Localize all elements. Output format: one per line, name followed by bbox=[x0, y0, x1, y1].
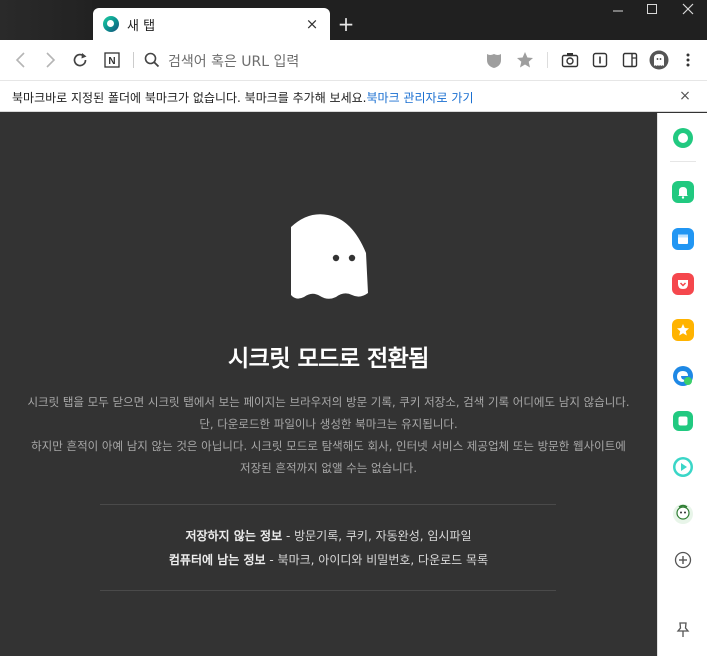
minimize-button[interactable] bbox=[603, 2, 633, 22]
page-title: 시크릿 모드로 전환됨 bbox=[228, 346, 429, 372]
sidebar bbox=[657, 113, 707, 656]
sidebar-pin-button[interactable] bbox=[672, 619, 694, 641]
more-vertical-icon bbox=[686, 53, 690, 67]
green-square-icon bbox=[673, 411, 693, 431]
back-button[interactable] bbox=[11, 50, 31, 70]
search-icon bbox=[142, 50, 162, 70]
edge-browser-icon bbox=[673, 366, 693, 386]
back-arrow-icon bbox=[15, 52, 25, 68]
saved-label: 컴퓨터에 남는 정보 bbox=[168, 553, 266, 567]
description-line: 시크릿 탭을 모두 닫으면 시크릿 탭에서 보는 페이지는 브라우저의 방문 기… bbox=[27, 395, 630, 409]
not-saved-label: 저장하지 않는 정보 bbox=[185, 529, 283, 543]
description-line: 단, 다운로드한 파일이나 생성한 북마크는 유지됩니다. bbox=[199, 417, 458, 431]
sidebar-layout-icon bbox=[622, 52, 638, 68]
forward-button[interactable] bbox=[40, 50, 60, 70]
toolbar: N 검색어 혹은 URL 입력 bbox=[0, 40, 707, 80]
star-icon bbox=[677, 324, 689, 336]
tab-new-tab[interactable]: 새 탭 × bbox=[93, 8, 330, 40]
sidebar-item-favorites[interactable] bbox=[672, 319, 694, 341]
not-saved-value: - 방문기록, 쿠키, 자동완성, 임시파일 bbox=[282, 529, 472, 543]
sidebar-add-button[interactable] bbox=[672, 549, 694, 571]
new-tab-button[interactable]: + bbox=[336, 14, 356, 34]
bookmark-bar: 북마크바로 지정된 폴더에 북마크가 없습니다. 북마크를 추가해 보세요.북마… bbox=[0, 80, 707, 112]
forward-arrow-icon bbox=[46, 52, 56, 68]
incognito-page: 시크릿 모드로 전환됨 시크릿 탭을 모두 닫으면 시크릿 탭에서 보는 페이지… bbox=[0, 113, 657, 656]
pocket-icon bbox=[678, 280, 688, 289]
profile-button[interactable] bbox=[649, 50, 669, 70]
naver-button[interactable]: N bbox=[102, 50, 122, 70]
sidebar-divider bbox=[670, 161, 696, 162]
minimize-icon bbox=[613, 10, 623, 12]
toolbar-divider bbox=[547, 52, 548, 68]
maximize-button[interactable] bbox=[637, 2, 667, 22]
close-icon bbox=[682, 3, 694, 15]
whale-circle-icon bbox=[673, 128, 693, 148]
bookmark-manager-link[interactable]: 북마크 관리자로 가기 bbox=[367, 91, 474, 105]
capture-button[interactable] bbox=[560, 50, 580, 70]
incognito-description: 시크릿 탭을 모두 닫으면 시크릿 탭에서 보는 페이지는 브라우저의 방문 기… bbox=[0, 391, 657, 479]
saved-value: - 북마크, 아이디와 비밀번호, 다운로드 목록 bbox=[265, 553, 489, 567]
bookmark-star-button[interactable] bbox=[515, 50, 535, 70]
sidebar-item-edge[interactable] bbox=[672, 365, 694, 387]
divider-top bbox=[100, 504, 556, 505]
tab-title: 새 탭 bbox=[127, 18, 156, 34]
sidebar-item-player[interactable] bbox=[672, 456, 694, 478]
info-button[interactable] bbox=[590, 50, 610, 70]
bookmark-bar-close-icon[interactable]: × bbox=[677, 88, 693, 104]
reload-button[interactable] bbox=[70, 50, 90, 70]
sidebar-toggle-button[interactable] bbox=[620, 50, 640, 70]
star-icon bbox=[517, 52, 533, 68]
menu-button[interactable] bbox=[678, 50, 698, 70]
browser-window: 새 탭 × + N 검색어 혹은 URL 입력 북마크바로 지정된 폴더에 북마… bbox=[0, 0, 707, 656]
cartoon-avatar-icon bbox=[673, 504, 693, 524]
divider-bottom bbox=[100, 590, 556, 591]
sidebar-item-papago[interactable] bbox=[672, 503, 694, 525]
tab-strip: 새 탭 × + bbox=[0, 0, 707, 40]
play-circle-icon bbox=[673, 457, 693, 477]
close-window-button[interactable] bbox=[673, 2, 703, 22]
sidebar-item-calendar[interactable] bbox=[672, 228, 694, 250]
shield-button[interactable] bbox=[484, 50, 504, 70]
sidebar-item-pocket[interactable] bbox=[672, 273, 694, 295]
sidebar-item-whale-space[interactable] bbox=[672, 127, 694, 149]
info-icon bbox=[592, 52, 608, 68]
description-line: 저장된 흔적까지 없앨 수는 없습니다. bbox=[240, 461, 417, 475]
calendar-icon bbox=[678, 234, 688, 244]
description-line: 하지만 흔적이 아예 남지 않는 것은 아닙니다. 시크릿 모드로 탐색해도 회… bbox=[31, 439, 626, 453]
tab-close-icon[interactable]: × bbox=[304, 16, 320, 32]
reload-icon bbox=[73, 53, 87, 67]
incognito-avatar-icon bbox=[649, 50, 669, 70]
plus-circle-icon bbox=[674, 551, 692, 569]
camera-icon bbox=[561, 53, 579, 68]
whale-logo-icon bbox=[103, 16, 119, 32]
sidebar-item-alarm[interactable] bbox=[672, 181, 694, 203]
bookmark-empty-text: 북마크바로 지정된 폴더에 북마크가 없습니다. 북마크를 추가해 보세요. bbox=[12, 91, 367, 105]
maximize-icon bbox=[647, 4, 657, 14]
omnibox-divider bbox=[133, 52, 134, 68]
bookmark-bar-message: 북마크바로 지정된 폴더에 북마크가 없습니다. 북마크를 추가해 보세요.북마… bbox=[12, 89, 474, 106]
svg-text:N: N bbox=[108, 56, 115, 67]
tabstrip-background bbox=[0, 0, 92, 40]
sidebar-item-green-app[interactable] bbox=[672, 410, 694, 432]
naver-icon: N bbox=[104, 52, 120, 68]
pin-icon bbox=[676, 622, 690, 637]
saved-info: 컴퓨터에 남는 정보 - 북마크, 아이디와 비밀번호, 다운로드 목록 bbox=[0, 551, 657, 568]
incognito-ghost-icon bbox=[291, 214, 368, 299]
omnibox-input[interactable]: 검색어 혹은 URL 입력 bbox=[168, 51, 299, 71]
shield-icon bbox=[487, 54, 501, 68]
not-saved-info: 저장하지 않는 정보 - 방문기록, 쿠키, 자동완성, 임시파일 bbox=[0, 527, 657, 544]
bell-icon bbox=[678, 187, 688, 199]
